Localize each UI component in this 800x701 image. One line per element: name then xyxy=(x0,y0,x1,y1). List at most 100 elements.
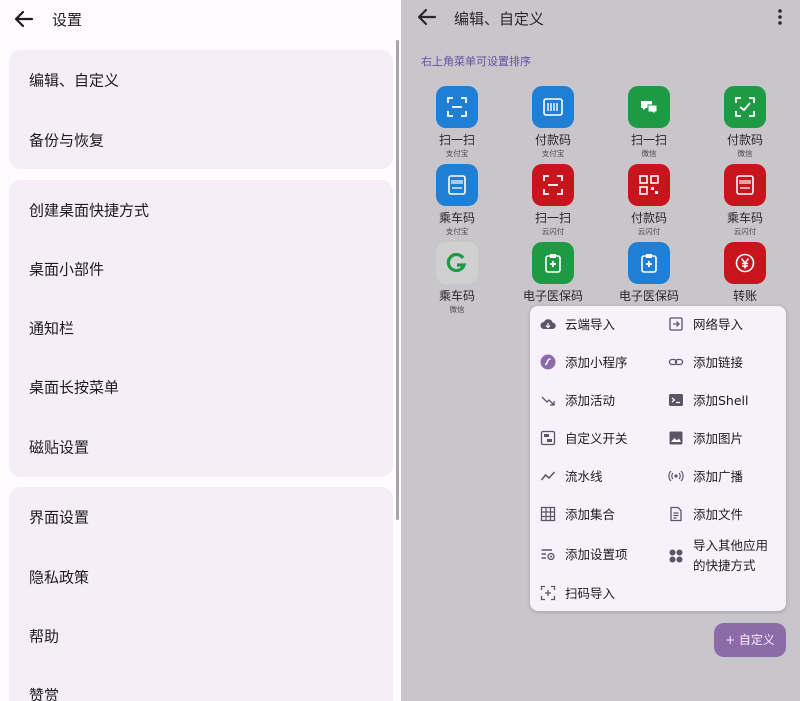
link-icon xyxy=(668,358,684,366)
settings-item-label: 赞赏 xyxy=(29,686,60,701)
activity-icon xyxy=(541,396,555,406)
settings-item-icon xyxy=(541,549,555,561)
scan-icon xyxy=(447,97,467,117)
menu-item-scan-import[interactable]: 扫码导入 xyxy=(530,575,658,613)
back-arrow-icon[interactable] xyxy=(415,6,439,28)
wechat-scan-icon xyxy=(641,101,658,115)
settings-item-tile-settings[interactable]: 磁贴设置 xyxy=(9,417,393,476)
tile-alipay-pay[interactable]: 付款码 支付宝 xyxy=(505,86,601,162)
tile-provider: 微信 xyxy=(737,149,753,158)
settings-item-long-press-menu[interactable]: 桌面长按菜单 xyxy=(9,357,393,416)
menu-item-add-file[interactable]: 添加文件 xyxy=(658,496,786,534)
sort-hint: 右上角菜单可设置排序 xyxy=(421,55,531,68)
menu-item-workflow[interactable]: 流水线 xyxy=(530,458,658,496)
tile-name: 付款码 xyxy=(726,133,763,147)
menu-item-add-image[interactable]: 添加图片 xyxy=(658,420,786,458)
settings-item-desktop-widget[interactable]: 桌面小部件 xyxy=(9,239,393,298)
wechat-pay-icon xyxy=(735,97,755,117)
tile-name: 电子医保码 xyxy=(522,289,583,303)
tile-icon-bg xyxy=(628,86,670,128)
tile-unionpay-bus[interactable]: 乘车码 云闪付 xyxy=(697,164,793,240)
bus-card-icon xyxy=(448,175,466,195)
medical-card-icon xyxy=(545,254,561,273)
tile-icon-bg xyxy=(532,242,574,284)
tile-name: 扫一扫 xyxy=(438,133,475,147)
tile-icon-bg xyxy=(532,164,574,206)
tile-unionpay-pay[interactable]: 付款码 云闪付 xyxy=(601,164,697,240)
tile-provider: 支付宝 xyxy=(445,149,469,158)
back-arrow-icon[interactable] xyxy=(12,6,36,32)
menu-item-cloud-import[interactable]: 云端导入 xyxy=(530,306,658,344)
cloud-download-icon xyxy=(540,319,556,329)
menu-item-label: 添加活动 xyxy=(565,393,616,408)
menu-item-label: 添加设置项 xyxy=(565,547,628,562)
menu-item-label: 添加链接 xyxy=(693,355,744,370)
tile-unionpay-scan[interactable]: 扫一扫 云闪付 xyxy=(505,164,601,240)
settings-item-edit-customize[interactable]: 编辑、自定义 xyxy=(9,50,393,109)
menu-item-label: 添加广播 xyxy=(693,469,744,484)
tile-icon-bg xyxy=(436,242,478,284)
tile-name: 转账 xyxy=(732,289,757,303)
menu-item-label: 添加集合 xyxy=(565,507,616,522)
menu-item-add-broadcast[interactable]: 添加广播 xyxy=(658,458,786,496)
menu-item-add-shell[interactable]: 添加Shell xyxy=(658,382,786,420)
tile-provider: 支付宝 xyxy=(445,227,469,236)
tile-icon-bg xyxy=(724,242,766,284)
menu-item-add-setting[interactable]: 添加设置项 xyxy=(530,536,658,574)
file-icon xyxy=(670,506,682,522)
tile-provider: 云闪付 xyxy=(637,227,661,236)
settings-item-backup-restore[interactable]: 备份与恢复 xyxy=(9,110,393,169)
qrcode-icon xyxy=(639,175,659,195)
tile-name: 扫一扫 xyxy=(534,211,571,225)
settings-item-label: 桌面小部件 xyxy=(29,260,105,278)
tile-wechat-pay[interactable]: 付款码 微信 xyxy=(697,86,793,162)
tile-name: 电子医保码 xyxy=(618,289,679,303)
toggle-icon xyxy=(540,430,556,446)
settings-header: 设置 xyxy=(0,0,400,40)
terminal-icon xyxy=(669,394,683,406)
settings-item-help[interactable]: 帮助 xyxy=(9,606,393,665)
menu-item-import-app-shortcuts[interactable]: 导入其他应用 的快捷方式 xyxy=(658,536,786,576)
settings-group-2: 创建桌面快捷方式 桌面小部件 通知栏 桌面长按菜单 磁贴设置 xyxy=(9,180,393,477)
broadcast-icon xyxy=(668,470,684,482)
menu-item-network-import[interactable]: 网络导入 xyxy=(658,306,786,344)
tile-provider: 微信 xyxy=(641,149,657,158)
apps-icon xyxy=(669,549,683,563)
tile-name: 付款码 xyxy=(534,133,571,147)
more-vert-icon[interactable] xyxy=(775,8,785,26)
tile-wechat-bus[interactable]: 乘车码 微信 xyxy=(409,242,505,318)
settings-item-desktop-shortcut[interactable]: 创建桌面快捷方式 xyxy=(9,180,393,239)
menu-item-label: 自定义开关 xyxy=(565,431,628,446)
settings-group-1: 编辑、自定义 备份与恢复 xyxy=(9,50,393,169)
menu-item-add-link[interactable]: 添加链接 xyxy=(658,344,786,382)
menu-item-add-collection[interactable]: 添加集合 xyxy=(530,496,658,534)
menu-item-label: 添加小程序 xyxy=(565,355,628,370)
settings-item-interface[interactable]: 界面设置 xyxy=(9,487,393,546)
menu-item-add-activity[interactable]: 添加活动 xyxy=(530,382,658,420)
menu-item-label: 云端导入 xyxy=(565,317,616,332)
settings-item-label: 磁贴设置 xyxy=(29,438,90,456)
add-custom-button[interactable]: + 自定义 xyxy=(714,623,786,657)
menu-item-label: 扫码导入 xyxy=(565,586,616,601)
scrollbar[interactable] xyxy=(396,40,399,520)
tile-provider: 云闪付 xyxy=(733,227,757,236)
menu-item-label: 添加图片 xyxy=(693,431,744,446)
workflow-icon xyxy=(540,471,556,481)
settings-item-notification-bar[interactable]: 通知栏 xyxy=(9,298,393,357)
settings-item-privacy[interactable]: 隐私政策 xyxy=(9,547,393,606)
tile-icon-bg xyxy=(628,242,670,284)
tile-alipay-bus[interactable]: 乘车码 支付宝 xyxy=(409,164,505,240)
mini-program-icon xyxy=(540,354,556,370)
settings-item-label: 备份与恢复 xyxy=(29,131,105,149)
settings-item-label: 通知栏 xyxy=(29,319,75,337)
tile-icon-bg xyxy=(436,164,478,206)
settings-item-donate[interactable]: 赞赏 xyxy=(9,665,393,701)
tile-alipay-scan[interactable]: 扫一扫 支付宝 xyxy=(409,86,505,162)
settings-item-label: 帮助 xyxy=(29,627,60,645)
tile-wechat-scan[interactable]: 扫一扫 微信 xyxy=(601,86,697,162)
tile-provider: 微信 xyxy=(449,305,465,314)
settings-item-label: 桌面长按菜单 xyxy=(29,378,120,396)
menu-item-custom-toggle[interactable]: 自定义开关 xyxy=(530,420,658,458)
scan-import-icon xyxy=(540,585,556,601)
menu-item-add-mini-program[interactable]: 添加小程序 xyxy=(530,344,658,382)
